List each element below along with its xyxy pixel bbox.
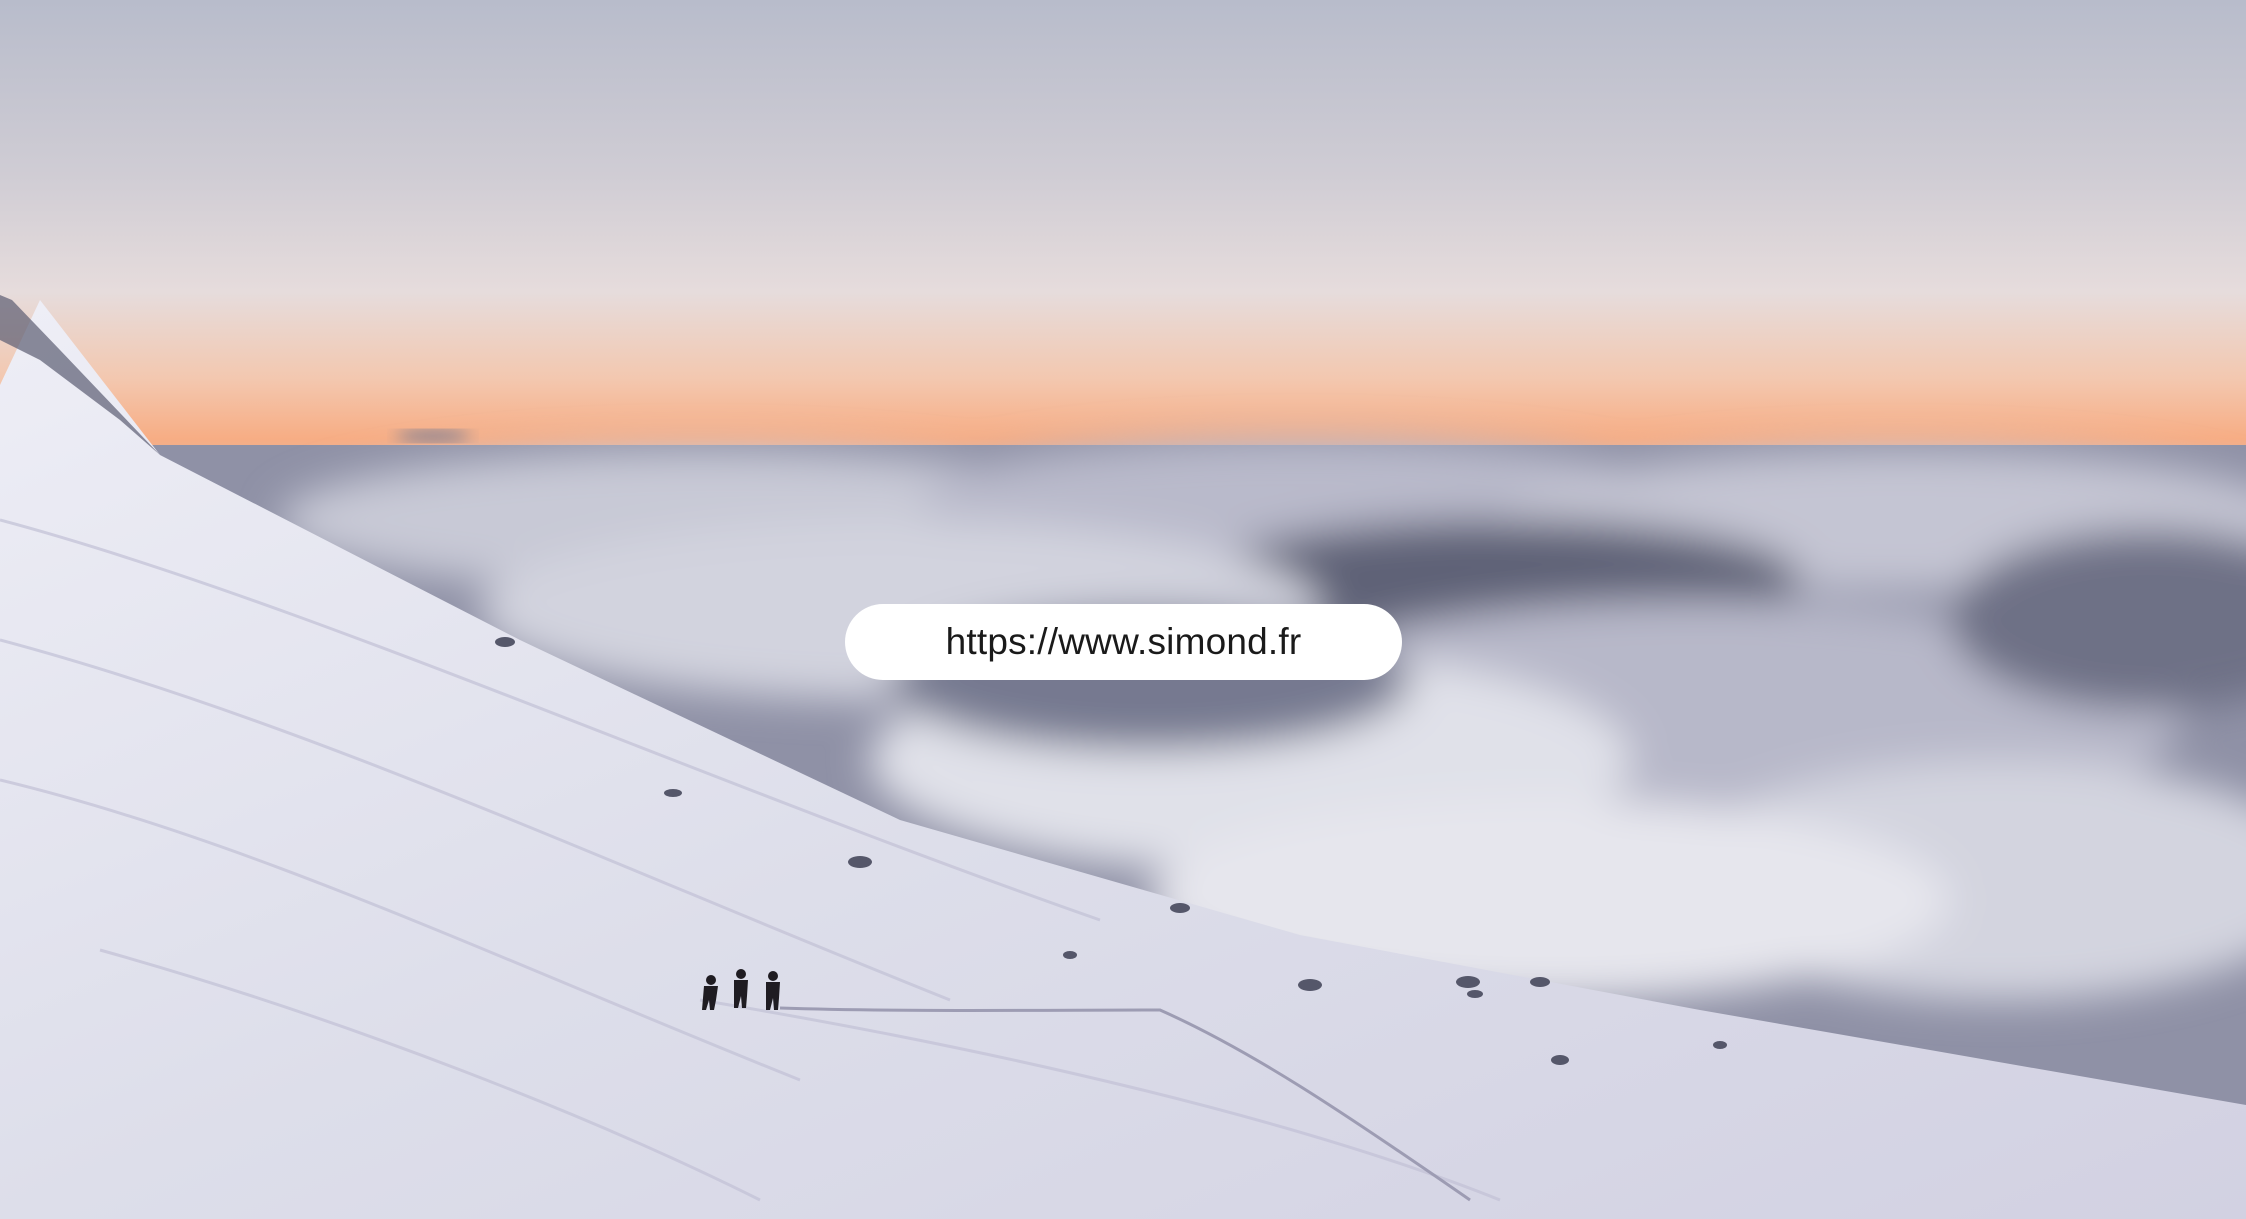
url-label[interactable]: https://www.simond.fr: [845, 604, 1402, 680]
photo-scene: https://www.simond.fr: [0, 0, 2246, 1219]
